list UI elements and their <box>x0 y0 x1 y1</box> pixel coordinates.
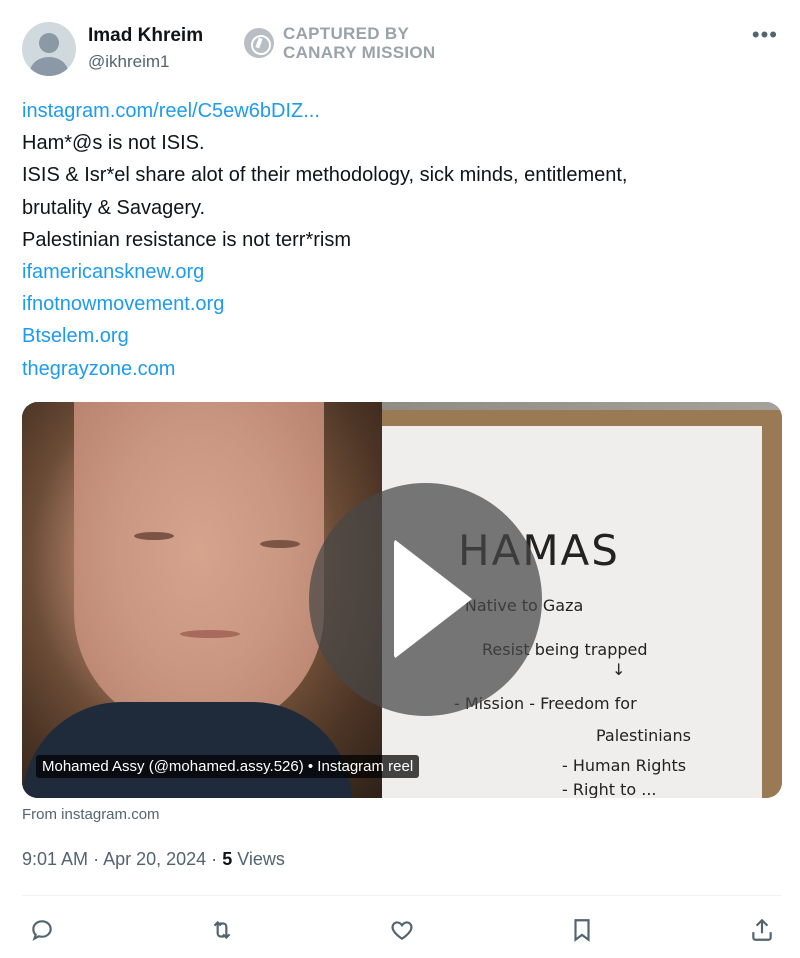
watermark-line-2: CANARY MISSION <box>283 43 436 62</box>
person-eye <box>260 540 300 548</box>
tweet-link-ifamericansknew[interactable]: ifamericansknew.org <box>22 261 204 283</box>
person-eye <box>134 532 174 540</box>
tweet-line-3: brutality & Savagery. <box>22 196 206 219</box>
tweet-link-instagram[interactable]: instagram.com/reel/C5ew6bDIZ... <box>22 100 320 122</box>
author-handle[interactable]: @ikhreim1 <box>88 52 170 72</box>
person-face <box>74 402 324 732</box>
meta-separator: · <box>211 849 218 869</box>
tweet-link-btselem[interactable]: Btselem.org <box>22 325 129 347</box>
like-icon[interactable] <box>386 914 418 946</box>
whiteboard-line: Palestinians <box>596 726 691 745</box>
person-shirt <box>22 702 352 798</box>
action-bar <box>0 910 800 950</box>
bookmark-icon[interactable] <box>566 914 598 946</box>
avatar[interactable] <box>22 22 76 76</box>
play-icon <box>394 539 472 659</box>
video-card[interactable]: HAMAS - Native to Gaza Resist being trap… <box>22 402 782 798</box>
tweet-line-1: Ham*@s is not ISIS. <box>22 132 205 155</box>
tweet-time[interactable]: 9:01 AM <box>22 849 88 869</box>
whiteboard-line: - Human Rights <box>562 756 687 775</box>
reply-icon[interactable] <box>26 914 58 946</box>
tweet-meta: 9:01 AM · Apr 20, 2024 · 5 Views <box>22 849 285 870</box>
views-count: 5 <box>222 849 233 869</box>
tweet-date[interactable]: Apr 20, 2024 <box>103 849 206 869</box>
play-button[interactable] <box>309 483 542 716</box>
tweet-link-grayzone[interactable]: thegrayzone.com <box>22 358 175 380</box>
author-name[interactable]: Imad Khreim <box>88 25 203 47</box>
whiteboard-line: - Right to ... <box>562 780 657 798</box>
share-icon[interactable] <box>746 914 778 946</box>
video-caption[interactable]: Mohamed Assy (@mohamed.assy.526) • Insta… <box>36 755 420 778</box>
divider <box>22 895 782 896</box>
tweet-link-ifnotnow[interactable]: ifnotnowmovement.org <box>22 293 224 315</box>
views-label: Views <box>237 849 285 869</box>
meta-separator: · <box>93 849 100 869</box>
avatar-head-shape <box>39 33 59 53</box>
watermark-line-1: CAPTURED BY <box>283 24 410 43</box>
more-options-icon[interactable]: ••• <box>752 22 778 48</box>
avatar-body-shape <box>30 57 68 76</box>
tweet-text: instagram.com/reel/C5ew6bDIZ... Ham*@s i… <box>22 95 782 385</box>
canary-mission-watermark: CAPTURED BY CANARY MISSION <box>244 24 436 62</box>
tweet-line-4: Palestinian resistance is not terr*rism <box>22 228 352 251</box>
media-source[interactable]: From instagram.com <box>22 806 160 823</box>
retweet-icon[interactable] <box>206 914 238 946</box>
whiteboard-arrow: ↓ <box>612 660 626 679</box>
person-mouth <box>180 630 240 638</box>
canary-logo-icon <box>244 28 274 58</box>
tweet-line-2: ISIS & Isr*el share alot of their method… <box>22 164 628 187</box>
watermark-text: CAPTURED BY CANARY MISSION <box>283 24 436 62</box>
